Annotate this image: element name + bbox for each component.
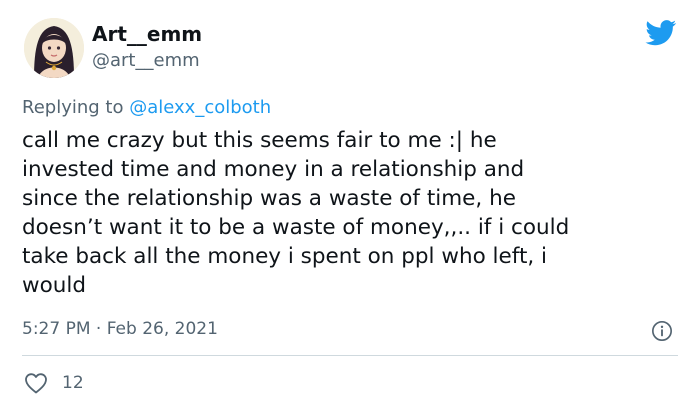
tweet-timestamp[interactable]: 5:27 PM · Feb 26, 2021 bbox=[22, 318, 218, 340]
author-display-name[interactable]: Art__emm bbox=[92, 22, 202, 46]
reply-context: Replying to @alexx_colboth bbox=[22, 96, 271, 120]
like-count: 12 bbox=[62, 373, 84, 393]
twitter-bird-icon[interactable] bbox=[645, 20, 677, 46]
info-icon[interactable] bbox=[651, 320, 673, 342]
tweet-text: call me crazy but this seems fair to me … bbox=[22, 128, 570, 298]
reply-prefix: Replying to bbox=[22, 97, 124, 118]
avatar[interactable] bbox=[24, 18, 84, 78]
avatar-illustration bbox=[24, 18, 84, 78]
reply-mention-link[interactable]: @alexx_colboth bbox=[129, 97, 271, 118]
like-button[interactable]: 12 bbox=[24, 371, 84, 395]
divider bbox=[22, 355, 678, 356]
heart-icon bbox=[25, 373, 47, 394]
author-handle[interactable]: @art__emm bbox=[92, 50, 200, 72]
